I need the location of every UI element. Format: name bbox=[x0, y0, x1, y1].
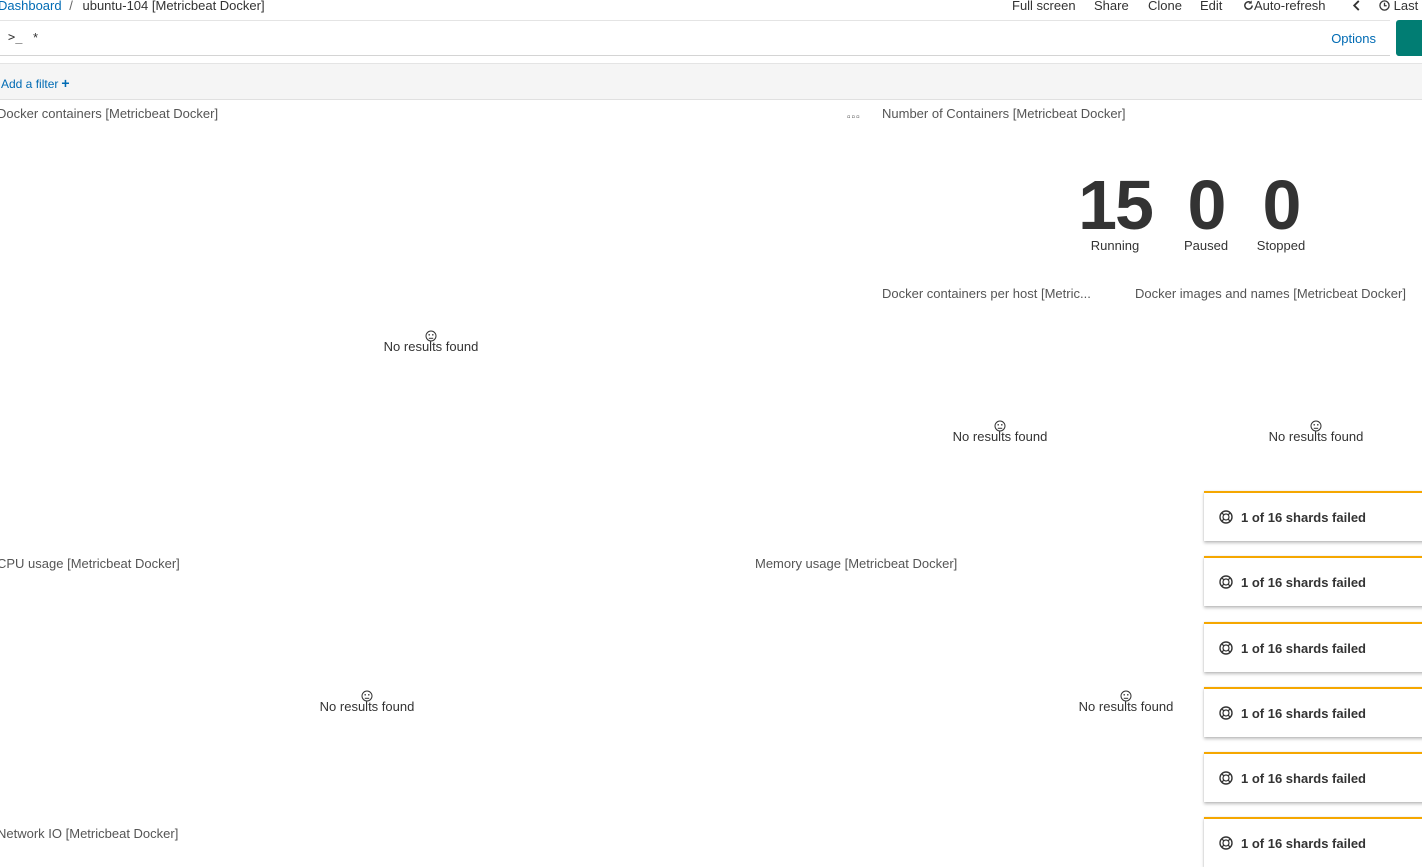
full-screen-button[interactable]: Full screen bbox=[1012, 0, 1076, 13]
add-filter-label: Add a filter bbox=[1, 77, 59, 91]
edit-button[interactable]: Edit bbox=[1200, 0, 1222, 13]
toast-text: 1 of 16 shards failed bbox=[1241, 510, 1366, 525]
query-input[interactable]: * bbox=[33, 30, 38, 45]
memory-usage-empty: No results found bbox=[1056, 690, 1196, 714]
time-picker-button[interactable]: Last bbox=[1379, 0, 1418, 13]
metric-value: 0 bbox=[1187, 166, 1227, 244]
toast-shard-failure[interactable]: 1 of 16 shards failed bbox=[1204, 556, 1422, 606]
breadcrumb-separator: / bbox=[69, 0, 73, 13]
share-button[interactable]: Share bbox=[1094, 0, 1129, 13]
toast-text: 1 of 16 shards failed bbox=[1241, 575, 1366, 590]
no-results-text: No results found bbox=[319, 699, 415, 714]
help-icon bbox=[1219, 641, 1233, 655]
panel-title-memory-usage: Memory usage [Metricbeat Docker] bbox=[755, 556, 958, 571]
breadcrumb: Dashboard / ubuntu-104 [Metricbeat Docke… bbox=[0, 0, 265, 13]
toast-shard-failure[interactable]: 1 of 16 shards failed bbox=[1204, 752, 1422, 802]
help-icon bbox=[1219, 510, 1233, 524]
toast-shard-failure[interactable]: 1 of 16 shards failed bbox=[1204, 491, 1422, 541]
containers-per-host-empty: No results found bbox=[930, 420, 1070, 444]
panel-title-number-of-containers: Number of Containers [Metricbeat Docker] bbox=[882, 106, 1126, 121]
no-results-text: No results found bbox=[1078, 699, 1174, 714]
plus-icon: + bbox=[61, 75, 70, 91]
toast-shard-failure[interactable]: 1 of 16 shards failed bbox=[1204, 817, 1422, 867]
panel-title-images-and-names: Docker images and names [Metricbeat Dock… bbox=[1135, 286, 1406, 301]
metric-label: Stopped bbox=[1256, 238, 1306, 253]
no-results-text: No results found bbox=[383, 339, 479, 354]
query-submit-button[interactable] bbox=[1396, 20, 1422, 56]
query-prompt-icon: >_ bbox=[8, 30, 23, 44]
toast-text: 1 of 16 shards failed bbox=[1241, 706, 1366, 721]
metric-label: Paused bbox=[1183, 238, 1229, 253]
clone-button[interactable]: Clone bbox=[1148, 0, 1182, 13]
query-options-link[interactable]: Options bbox=[1331, 31, 1376, 46]
panel-title-network-io: Network IO [Metricbeat Docker] bbox=[0, 826, 179, 841]
chevron-left-icon bbox=[1352, 0, 1360, 11]
clock-icon bbox=[1379, 0, 1390, 11]
metric-stopped: 0 Stopped bbox=[1252, 166, 1310, 253]
toast-shard-failure[interactable]: 1 of 16 shards failed bbox=[1204, 622, 1422, 672]
toast-text: 1 of 16 shards failed bbox=[1241, 836, 1366, 851]
panel-options-icon[interactable]: ▫▫▫ bbox=[847, 112, 861, 123]
metric-running: 15 Running bbox=[1074, 166, 1156, 253]
refresh-icon bbox=[1244, 0, 1253, 10]
images-and-names-empty: No results found bbox=[1246, 420, 1386, 444]
panel-title-containers-per-host: Docker containers per host [Metric... bbox=[882, 286, 1091, 301]
query-bar: >_ * Options bbox=[0, 20, 1390, 56]
docker-containers-empty: No results found bbox=[361, 330, 501, 354]
time-back-button[interactable] bbox=[1352, 0, 1361, 13]
breadcrumb-dashboard-link[interactable]: Dashboard bbox=[0, 0, 62, 13]
top-bar: Dashboard / ubuntu-104 [Metricbeat Docke… bbox=[0, 0, 1422, 16]
toast-text: 1 of 16 shards failed bbox=[1241, 771, 1366, 786]
metric-value: 0 bbox=[1262, 166, 1302, 244]
add-filter-button[interactable]: Add a filter + bbox=[1, 75, 70, 91]
auto-refresh-label: Auto-refresh bbox=[1254, 0, 1326, 13]
auto-refresh-button[interactable]: Auto-refresh bbox=[1243, 0, 1326, 13]
no-results-text: No results found bbox=[952, 429, 1048, 444]
help-icon bbox=[1219, 575, 1233, 589]
no-results-text: No results found bbox=[1268, 429, 1364, 444]
metric-paused: 0 Paused bbox=[1178, 166, 1234, 253]
help-icon bbox=[1219, 836, 1233, 850]
breadcrumb-current: ubuntu-104 [Metricbeat Docker] bbox=[82, 0, 265, 13]
panel-title-cpu-usage: CPU usage [Metricbeat Docker] bbox=[0, 556, 180, 571]
toast-shard-failure[interactable]: 1 of 16 shards failed bbox=[1204, 687, 1422, 737]
filter-bar: Add a filter + bbox=[0, 63, 1422, 100]
metric-value: 15 bbox=[1078, 166, 1154, 244]
panel-title-docker-containers: Docker containers [Metricbeat Docker] bbox=[0, 106, 219, 121]
help-icon bbox=[1219, 771, 1233, 785]
toast-text: 1 of 16 shards failed bbox=[1241, 641, 1366, 656]
cpu-usage-empty: No results found bbox=[297, 690, 437, 714]
time-picker-label: Last bbox=[1393, 0, 1419, 13]
help-icon bbox=[1219, 706, 1233, 720]
